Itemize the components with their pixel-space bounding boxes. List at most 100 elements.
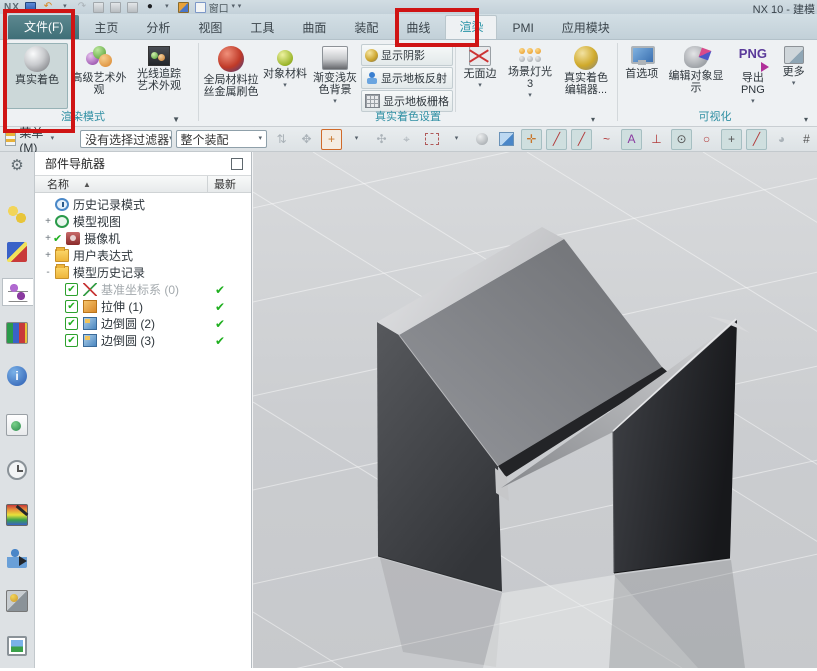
constraint-navigator-icon[interactable] — [7, 242, 27, 262]
snap-point-icon[interactable]: ✛ — [521, 129, 542, 150]
snap-intersection-icon[interactable]: + — [721, 129, 742, 150]
tab-tools[interactable]: 工具 — [237, 17, 287, 39]
tree-row-cameras[interactable]: + ✔ 摄像机 — [35, 230, 251, 247]
rotate-orb-icon[interactable] — [471, 129, 492, 150]
add-to-selection-icon[interactable]: + — [321, 129, 342, 150]
tree-row-edge-blend-3[interactable]: ✔ 边倒圆 (3) ✔ — [35, 332, 251, 349]
render-style-button[interactable]: ● — [144, 1, 156, 13]
sort-ascending-icon[interactable]: ▲ — [83, 180, 91, 189]
move-component-icon[interactable]: ✥ — [296, 129, 317, 150]
paste-button[interactable] — [127, 1, 139, 13]
expander-icon[interactable]: + — [43, 233, 53, 244]
edge-blend-2-checkbox[interactable]: ✔ — [65, 317, 78, 330]
hd3d-tools-icon[interactable]: i — [7, 366, 27, 386]
tab-render[interactable]: 渲染 — [445, 15, 497, 39]
true-shading-editor-button[interactable]: 真实着色编辑器... — [558, 43, 614, 109]
tab-analysis[interactable]: 分析 — [133, 17, 183, 39]
snap-midpoint-icon[interactable]: ╱ — [571, 129, 592, 150]
tree-row-extrude[interactable]: ✔ 拉伸 (1) ✔ — [35, 298, 251, 315]
tab-application[interactable]: 应用模块 — [549, 17, 623, 39]
snap-pole-icon[interactable]: A — [621, 129, 642, 150]
export-png-button[interactable]: PNG 导出 PNG ▾ — [728, 43, 777, 110]
snap-slash-icon[interactable]: ╱ — [746, 129, 767, 150]
show-floor-reflection-toggle[interactable]: 显示地板反射 — [361, 67, 453, 89]
system-tools-icon[interactable] — [6, 590, 28, 612]
no-facet-edges-button[interactable]: 无面边 ▾ — [458, 43, 502, 109]
undo-caret-icon[interactable]: ▾ — [59, 1, 71, 13]
scene-lights-button[interactable]: 场景灯光 3 ▾ — [502, 43, 558, 109]
graphics-window[interactable] — [252, 152, 817, 668]
render-mode-gallery-caret-icon[interactable]: ▼ — [172, 115, 180, 124]
redo-button[interactable]: ↷ — [76, 1, 88, 13]
settings-gear-icon[interactable]: ⚙ — [10, 156, 23, 176]
visual-effects-icon[interactable] — [6, 504, 28, 526]
no-facet-edges-caret-icon[interactable]: ▾ — [478, 81, 482, 91]
snap-point-on-curve-icon[interactable]: ~ — [596, 129, 617, 150]
more-button[interactable]: 更多 ▾ — [777, 43, 810, 109]
cut-button[interactable] — [93, 1, 105, 13]
export-png-caret-icon[interactable]: ▾ — [751, 97, 755, 107]
tree-row-model-history[interactable]: - 模型历史记录 — [35, 264, 251, 281]
raytraced-studio-button[interactable]: 光线追踪艺术外观 — [130, 43, 188, 109]
reuse-library-icon[interactable] — [6, 322, 28, 344]
collapse-icon[interactable]: - — [43, 267, 53, 278]
tab-home[interactable]: 主页 — [81, 17, 131, 39]
tree-row-model-views[interactable]: + 模型视图 — [35, 213, 251, 230]
selection-scope-combo[interactable]: 整个装配 ▾ — [176, 130, 267, 148]
column-latest[interactable]: 最新 — [207, 176, 251, 192]
true-shading-setup-caret-icon[interactable]: ▾ — [591, 115, 595, 124]
advanced-art-appearance-button[interactable]: 高级艺术外观 — [68, 43, 130, 109]
tree-row-edge-blend-2[interactable]: ✔ 边倒圆 (2) ✔ — [35, 315, 251, 332]
tab-file[interactable]: 文件(F) — [8, 15, 79, 39]
part-navigator-tab[interactable] — [2, 278, 33, 306]
copy-button[interactable] — [110, 1, 122, 13]
marquee-select-icon[interactable] — [421, 129, 442, 150]
customize-button[interactable] — [178, 1, 190, 13]
snap-quadrant-icon[interactable]: ○ — [696, 129, 717, 150]
assembly-constraints-icon[interactable]: ⇅ — [271, 129, 292, 150]
datum-csys-checkbox[interactable]: ✔ — [65, 283, 78, 296]
undo-button[interactable]: ↶ — [42, 1, 54, 13]
tree-row-user-expressions[interactable]: + 用户表达式 — [35, 247, 251, 264]
roles-icon[interactable] — [7, 548, 27, 568]
edge-blend-3-checkbox[interactable]: ✔ — [65, 334, 78, 347]
qat-overflow-caret-icon[interactable]: ▾ — [238, 2, 242, 12]
shaded-cube-icon[interactable] — [496, 129, 517, 150]
show-hide-icon[interactable]: ✣ — [371, 129, 392, 150]
render-style-caret-icon[interactable]: ▾ — [161, 1, 173, 13]
save-button[interactable] — [25, 1, 37, 13]
tree-row-datum-csys[interactable]: ✔ 基准坐标系 (0) ✔ — [35, 281, 251, 298]
window-menu[interactable]: 窗口 ▾ ▾ — [195, 1, 241, 13]
preferences-button[interactable]: 首选项 — [620, 43, 663, 109]
snap-endpoint-icon[interactable]: ╱ — [546, 129, 567, 150]
true-shading-button[interactable]: 真实着色 — [6, 43, 68, 109]
grid-table-icon[interactable]: # — [796, 129, 817, 150]
gradient-background-button[interactable]: 渐变浅灰色背景 ▾ — [309, 43, 361, 110]
tab-surface[interactable]: 曲面 — [289, 17, 339, 39]
object-material-button[interactable]: 对象材料 ▾ — [261, 43, 309, 109]
menu-button[interactable]: 菜单(M) ▾ — [5, 124, 54, 155]
web-browser-icon[interactable] — [6, 414, 28, 436]
caret-icon[interactable]: ▾ — [346, 129, 367, 150]
show-shadows-toggle[interactable]: 显示阴影 — [361, 44, 453, 66]
expander-icon[interactable]: + — [43, 216, 53, 227]
selection-filter-combo[interactable]: 没有选择过滤器 ▾ — [80, 130, 171, 148]
assembly-navigator-icon[interactable] — [7, 204, 27, 224]
expander-icon[interactable]: + — [43, 250, 53, 261]
history-icon[interactable] — [7, 460, 27, 480]
visualization-gallery-caret-icon[interactable]: ▾ — [804, 115, 808, 124]
snap-axis-icon[interactable]: ⊥ — [646, 129, 667, 150]
panel-restore-icon[interactable] — [231, 158, 243, 170]
tree-row-history-mode[interactable]: 历史记录模式 — [35, 196, 251, 213]
gradient-background-caret-icon[interactable]: ▾ — [333, 97, 337, 107]
tab-assemblies[interactable]: 装配 — [341, 17, 391, 39]
global-material-button[interactable]: 全局材料拉丝金属刷色 — [201, 43, 261, 109]
edit-object-display-button[interactable]: 编辑对象显示 — [663, 43, 728, 109]
fit-view-icon[interactable]: ⌖ — [396, 129, 417, 150]
tab-curve[interactable]: 曲线 — [393, 17, 443, 39]
marquee-caret-icon[interactable]: ▾ — [446, 129, 467, 150]
scene-lights-caret-icon[interactable]: ▾ — [528, 91, 532, 101]
tab-pmi[interactable]: PMI — [499, 17, 546, 39]
more-caret-icon[interactable]: ▾ — [792, 79, 796, 89]
window-gallery-icon[interactable] — [7, 636, 27, 656]
